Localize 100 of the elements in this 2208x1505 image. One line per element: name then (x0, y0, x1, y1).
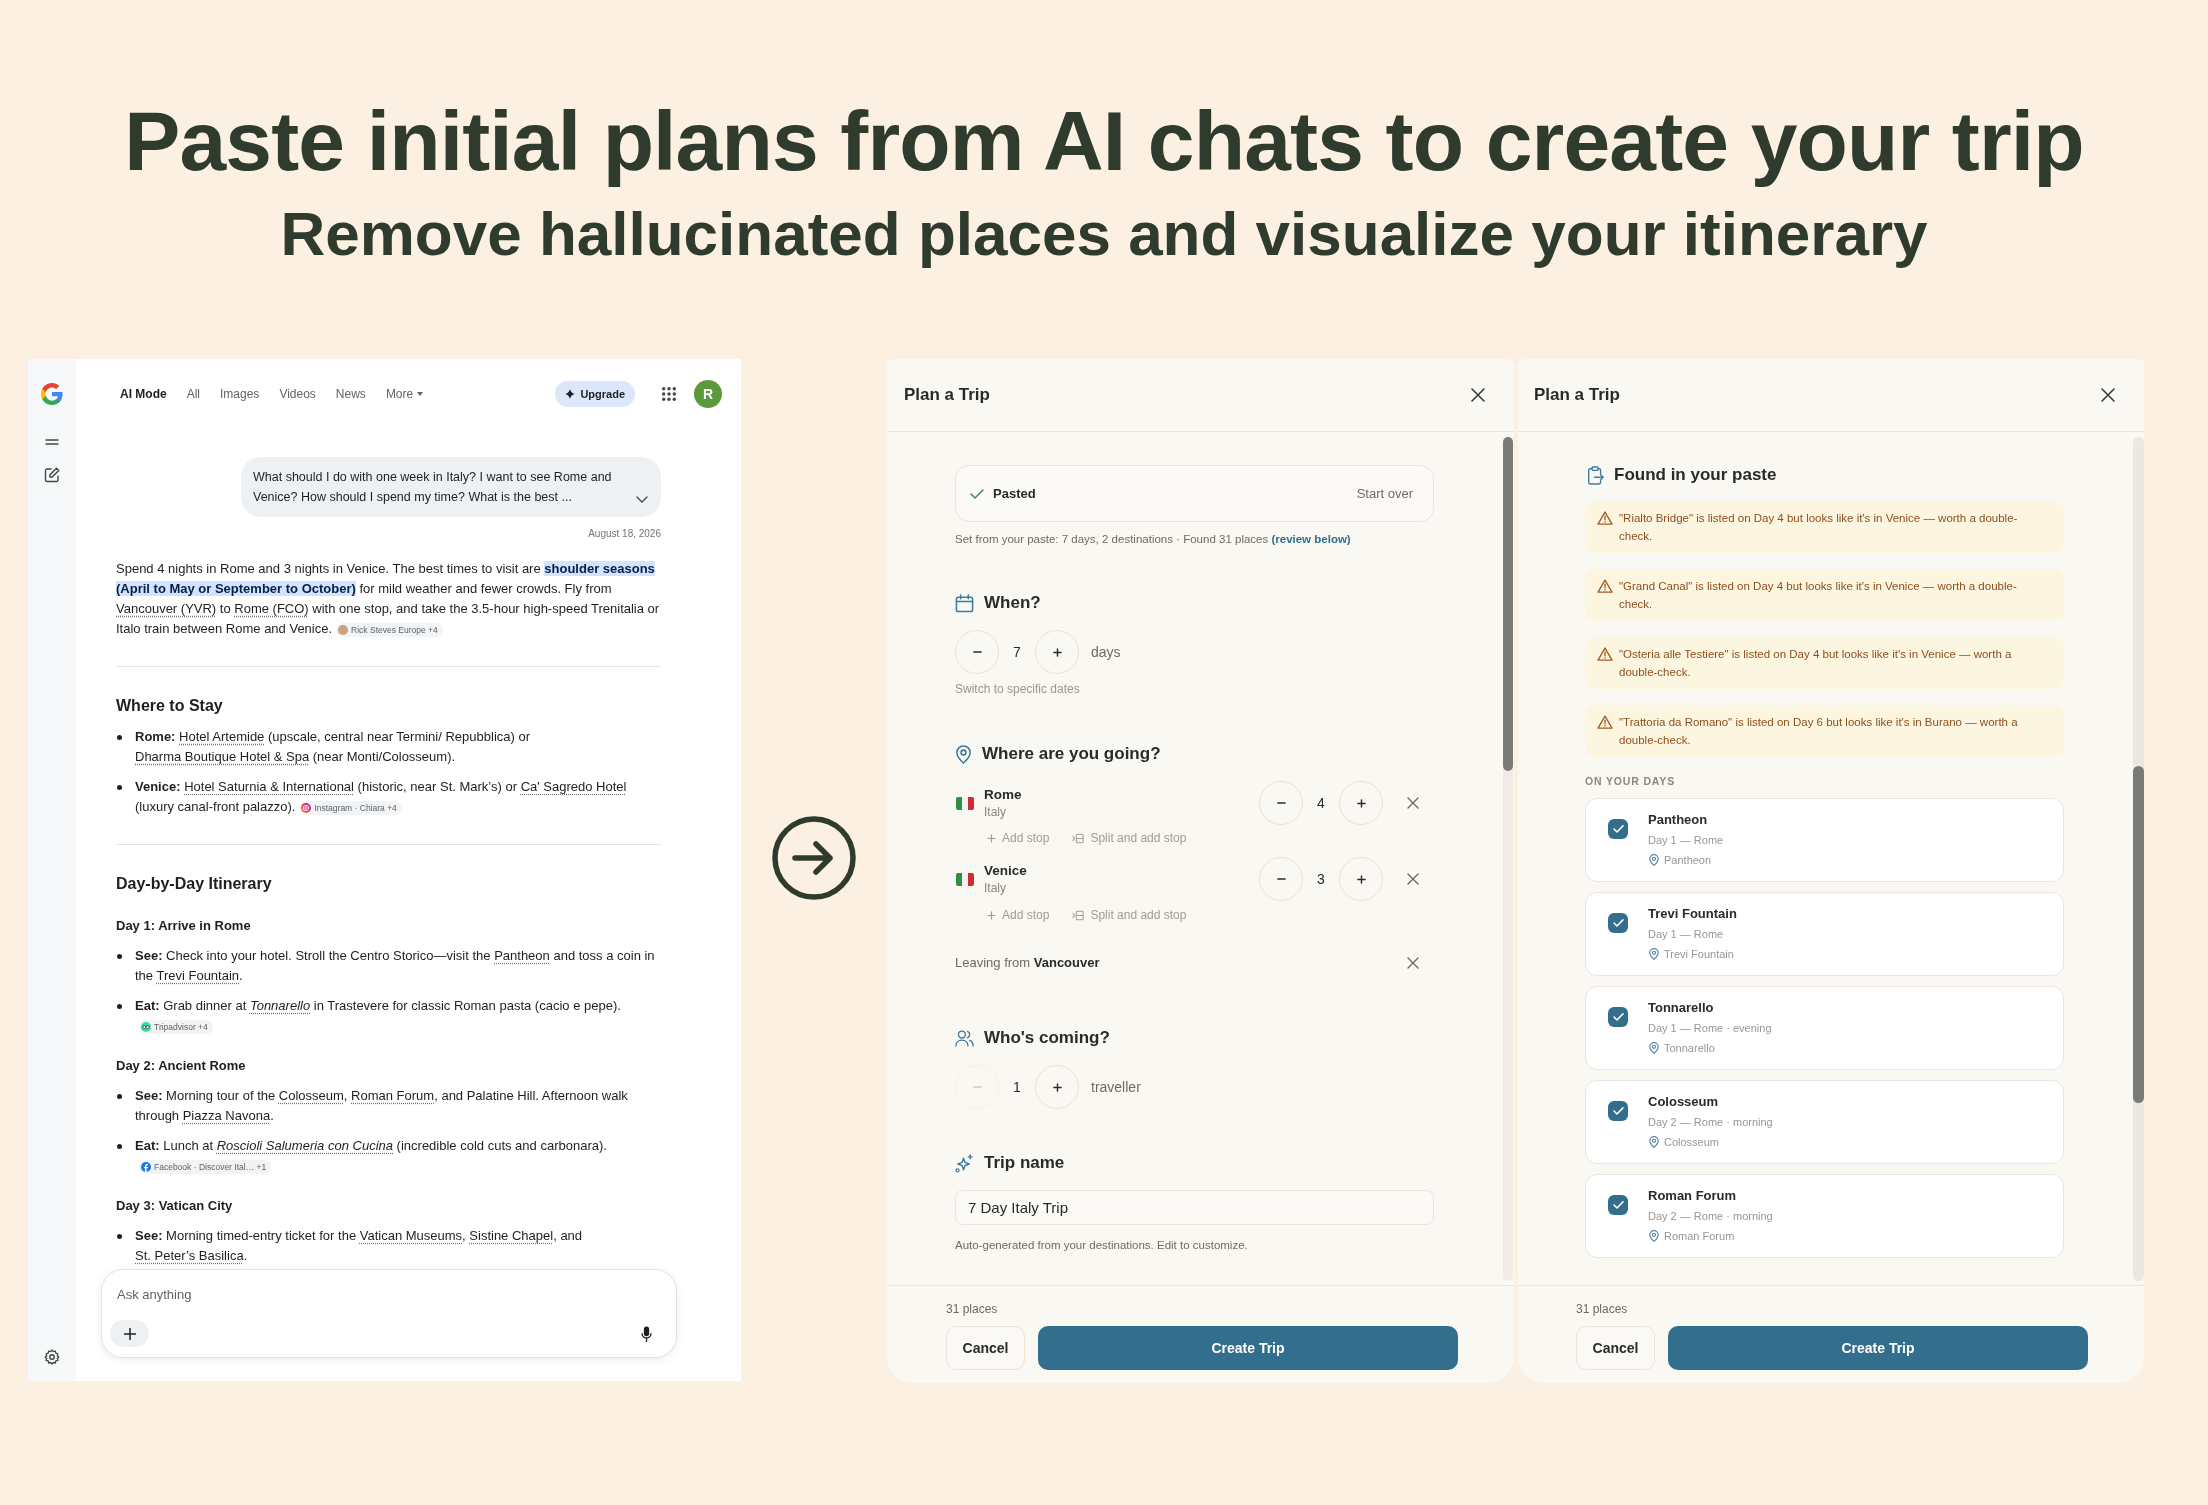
scrollbar-thumb[interactable] (2133, 766, 2144, 1103)
check-icon (1612, 1107, 1624, 1115)
place-link[interactable]: St. Peter’s Basilica (135, 1248, 244, 1263)
checkbox[interactable] (1608, 1195, 1628, 1215)
source-chip[interactable]: Rick Steves Europe +4 (336, 622, 443, 637)
check-icon (1612, 1013, 1624, 1021)
upgrade-button[interactable]: Upgrade (555, 381, 635, 407)
location-pin-icon (1649, 1230, 1659, 1242)
place-day: Day 2 — Rome · morning (1648, 1208, 1773, 1224)
plus-icon (1052, 647, 1062, 657)
menu-icon[interactable] (45, 439, 59, 445)
scrollbar-thumb[interactable] (1503, 437, 1513, 771)
camera-icon (301, 802, 312, 813)
place-link[interactable]: Vancouver (YVR) (116, 601, 217, 616)
flag-icon (956, 872, 974, 886)
remove-icon[interactable] (1407, 797, 1419, 809)
location-pin-icon (1649, 1042, 1659, 1054)
create-trip-button[interactable]: Create Trip (1038, 1326, 1458, 1370)
warning-icon (1597, 715, 1613, 729)
source-chip[interactable]: Tripadvisor +4 (139, 1019, 213, 1034)
places-count: 31 places (1576, 1301, 1629, 1317)
trip-name-input[interactable]: 7 Day Italy Trip (955, 1190, 1434, 1225)
location-pin-icon (955, 744, 972, 764)
place-link[interactable]: Dharma Boutique Hotel & Spa (135, 749, 310, 764)
place-link[interactable]: Hotel Artemide (179, 729, 265, 744)
location-pin-icon (1649, 948, 1659, 960)
source-chip[interactable]: Instagram · Chiara +4 (299, 800, 402, 815)
warning-text: "Trattoria da Romano" is listed on Day 6 but looks like it's in Burano — worth a double-check. (1619, 715, 2019, 748)
create-trip-button[interactable]: Create Trip (1668, 1326, 2088, 1370)
page-subtitle: Remove hallucinated places and visualize your itinerary (280, 201, 1928, 267)
apps-grid-icon[interactable] (662, 387, 676, 401)
nav-tab[interactable]: AI Mode (120, 385, 167, 403)
edit-icon[interactable] (44, 467, 60, 483)
microphone-icon[interactable] (641, 1325, 652, 1342)
bullet-text: Eat: Grab dinner at Tonnarello in Trastevere for classic Roman pasta (cacio e pepe). Tripadvisor +4 (135, 997, 622, 1036)
nav-tab[interactable]: News (335, 385, 366, 403)
place-link[interactable]: Rome (FCO) (234, 601, 309, 616)
chevron-down-icon[interactable] (636, 496, 648, 503)
place-location: Roman Forum (1664, 1229, 1735, 1244)
section-heading: Day-by-Day Itinerary (116, 874, 273, 894)
bullet-icon (117, 785, 122, 790)
checkbox[interactable] (1608, 819, 1628, 839)
day-heading: Day 1: Arrive in Rome (116, 917, 252, 935)
leaving-from: Leaving from Vancouver (955, 954, 1100, 972)
review-link[interactable]: (review below) (1271, 533, 1351, 545)
nav-tab[interactable]: Images (220, 385, 260, 403)
nav-tab[interactable]: More (385, 385, 424, 403)
bullet-icon (117, 1094, 122, 1099)
place-link[interactable]: Roscioli Salumeria con Cucina (216, 1138, 393, 1153)
minus-icon (1276, 878, 1286, 880)
remove-icon[interactable] (1407, 873, 1419, 885)
people-icon (955, 1029, 974, 1047)
warning-text: "Grand Canal" is listed on Day 4 but looks like it's in Venice — worth a double-check. (1619, 579, 2018, 612)
add-button[interactable] (110, 1320, 149, 1347)
check-icon (970, 488, 984, 499)
place-link[interactable]: Colosseum (278, 1088, 344, 1103)
remove-icon[interactable] (1407, 957, 1419, 969)
close-icon[interactable] (2101, 388, 2115, 402)
nav-tab[interactable]: Videos (279, 385, 316, 403)
place-name: Pantheon (1648, 811, 1709, 829)
checkbox[interactable] (1608, 1007, 1628, 1027)
place-day: Day 1 — Rome · evening (1648, 1020, 1772, 1036)
settings-icon[interactable] (44, 1349, 60, 1365)
f-logo-icon (141, 1161, 151, 1172)
nav-tab[interactable]: All (186, 385, 200, 403)
minus-icon (1276, 802, 1286, 804)
message-date: August 18, 2026 (588, 528, 661, 540)
g-logo-icon[interactable] (41, 383, 63, 405)
destination-country: Italy (984, 804, 1007, 820)
checkbox[interactable] (1608, 1101, 1628, 1121)
input-hint: Auto-generated from your destinations. Edit to customize. (955, 1238, 1249, 1253)
source-chip[interactable]: Facebook · Discover Ital… +1 (139, 1159, 272, 1174)
cancel-button[interactable]: Cancel (946, 1326, 1025, 1370)
section-heading: Where are you going? (982, 743, 1161, 765)
place-day: Day 1 — Rome (1648, 926, 1737, 942)
place-link[interactable]: Ca' Sagredo Hotel (520, 779, 627, 794)
checkbox[interactable] (1608, 913, 1628, 933)
bullet-icon (117, 735, 122, 740)
warning-icon (1597, 579, 1613, 593)
place-link[interactable]: Tonnarello (249, 998, 311, 1013)
place-name: Colosseum (1648, 1093, 1720, 1111)
warning-icon (1597, 511, 1613, 525)
pasted-status: Pasted (993, 484, 1036, 503)
place-link[interactable]: Trevi Fountain (156, 968, 240, 983)
flag-icon (956, 796, 974, 810)
close-icon[interactable] (1471, 388, 1485, 402)
bullet-icon (117, 1004, 122, 1009)
avatar-placeholder (338, 624, 349, 635)
place-day: Day 1 — Rome (1648, 832, 1724, 848)
cancel-button[interactable]: Cancel (1576, 1326, 1655, 1370)
start-over-button[interactable]: Start over (1356, 483, 1413, 504)
ask-input[interactable]: Ask anything (117, 1283, 661, 1305)
check-icon (1612, 825, 1624, 833)
stepper-unit: days (1091, 642, 1121, 662)
place-name: Trevi Fountain (1648, 905, 1737, 923)
bullet-text: Eat: Lunch at Roscioli Salumeria con Cucina (incredible cold cuts and carbonara). Facebook · Discover Ital… +1 (135, 1137, 608, 1176)
sparkles-icon (955, 1153, 974, 1173)
place-link[interactable]: Pantheon (494, 948, 550, 963)
place-link[interactable]: Hotel Saturnia & International (184, 779, 354, 794)
section-label: ON YOUR DAYS (1585, 774, 1677, 788)
